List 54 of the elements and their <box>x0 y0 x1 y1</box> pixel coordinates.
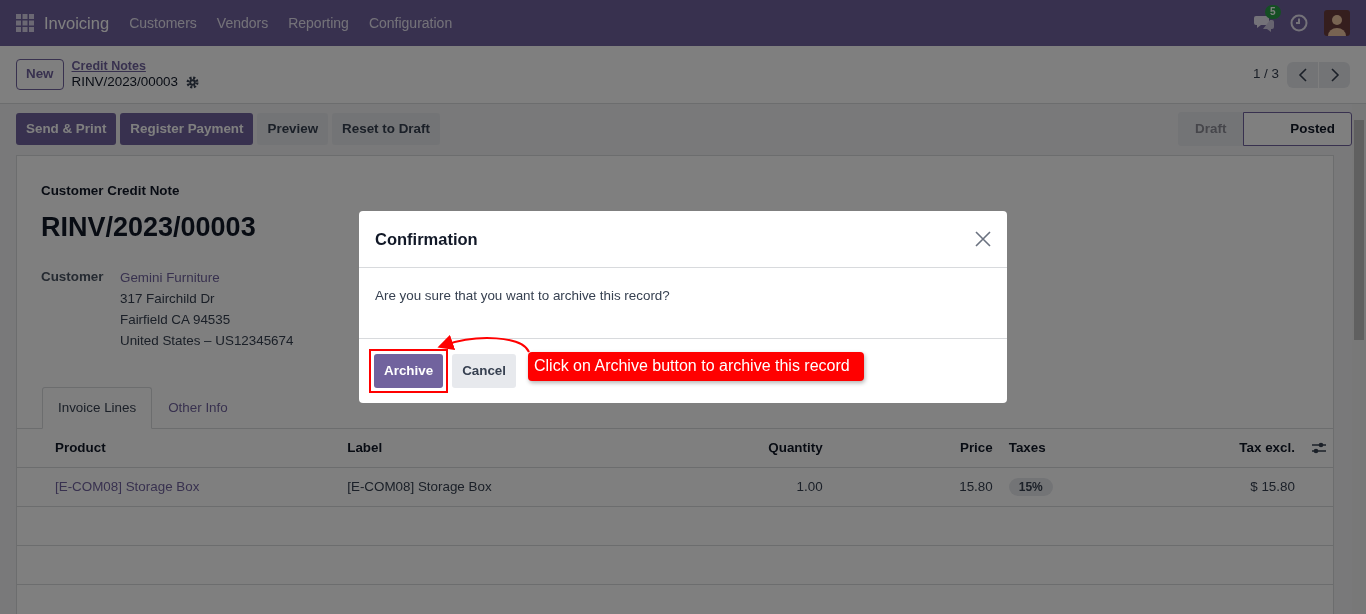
dialog-message: Are you sure that you want to archive this record? <box>374 287 671 305</box>
breadcrumb-link[interactable]: Credit Notes <box>71 59 199 74</box>
column-header: Product <box>17 428 340 468</box>
avatar-icon[interactable] <box>1324 10 1350 36</box>
column-header: Tax excl. <box>1150 428 1303 468</box>
document-number: RINV/2023/00003 <box>41 211 256 245</box>
previous-button[interactable] <box>1287 61 1318 88</box>
table-cell: $ 15.80 <box>1250 479 1295 495</box>
action-button[interactable]: Preview <box>257 113 329 146</box>
table-cell: 1.00 <box>796 479 823 495</box>
table-cell: 15.80 <box>959 479 993 495</box>
new-button[interactable]: New <box>16 59 64 90</box>
pager-value: 1 / 3 <box>1252 65 1279 84</box>
field-label: Customer <box>40 267 105 286</box>
action-button[interactable]: Register Payment <box>120 113 254 146</box>
column-header: Taxes <box>1000 428 1151 468</box>
scrollbar-thumb[interactable] <box>1354 120 1364 340</box>
column-header: Price <box>830 428 1001 468</box>
action-button[interactable]: Reset to Draft <box>332 113 440 146</box>
column-header: Label <box>339 428 701 468</box>
menu-item[interactable]: Vendors <box>216 12 269 34</box>
dialog-title: Confirmation <box>375 228 478 250</box>
clock-icon[interactable] <box>1290 14 1308 32</box>
message-count-badge: 5 <box>1265 4 1281 19</box>
menu-item[interactable]: Configuration <box>368 12 453 34</box>
apps-menu-icon[interactable] <box>16 14 34 32</box>
tab[interactable]: Invoice Lines <box>42 386 153 429</box>
customer-link[interactable]: Gemini Furniture <box>120 266 294 288</box>
chat-icon[interactable] <box>1254 14 1274 33</box>
gear-icon[interactable] <box>186 75 199 89</box>
dialog-button[interactable]: Archive <box>374 353 444 389</box>
action-button[interactable]: Send & Print <box>16 113 117 146</box>
app-title[interactable]: Invoicing <box>44 10 110 36</box>
product-link[interactable]: [E-COM08] Storage Box <box>55 479 200 495</box>
tab[interactable]: Other Info <box>152 386 244 429</box>
record-name: RINV/2023/00003 <box>71 74 178 90</box>
form-type-label: Customer Credit Note <box>40 182 181 201</box>
close-button[interactable] <box>975 231 991 247</box>
address-line: United States – US12345674 <box>120 331 294 350</box>
column-settings-icon[interactable] <box>1310 441 1327 456</box>
close-icon <box>975 231 991 247</box>
menu-item[interactable]: Reporting <box>288 12 349 34</box>
table-cell: [E-COM08] Storage Box <box>347 479 492 495</box>
dialog-button[interactable]: Cancel <box>452 353 517 389</box>
tax-tag: 15% <box>1008 478 1053 497</box>
status-step[interactable]: Posted <box>1243 112 1352 147</box>
address-line: 317 Fairchild Dr <box>120 289 216 308</box>
column-header: Quantity <box>700 428 831 468</box>
menu-item[interactable]: Customers <box>129 12 197 34</box>
next-button[interactable] <box>1319 61 1350 88</box>
chevron-left-icon <box>1297 67 1308 82</box>
annotation-label: Click on Archive button to archive this record <box>528 352 864 381</box>
chevron-right-icon <box>1329 67 1340 82</box>
address-line: Fairfield CA 94535 <box>120 310 232 329</box>
